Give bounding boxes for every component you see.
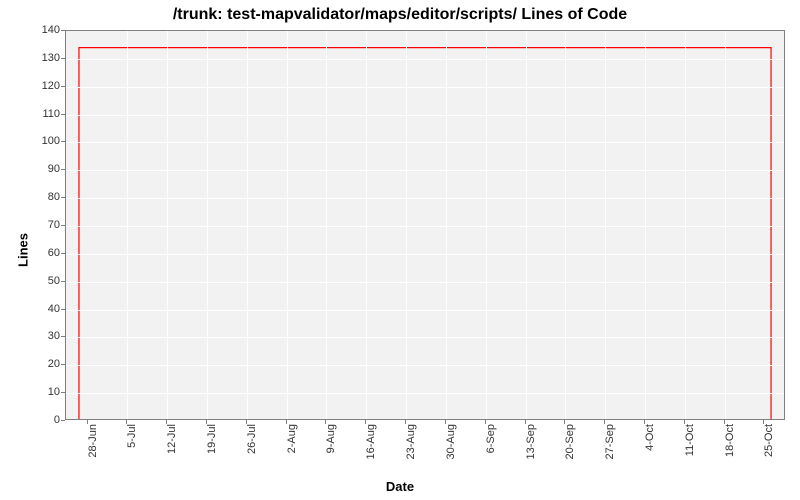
grid-line	[66, 310, 784, 311]
y-tick-label: 100	[20, 135, 60, 147]
grid-line	[167, 31, 168, 419]
x-tick-label: 2-Aug	[286, 424, 298, 484]
y-tick-label: 50	[20, 275, 60, 287]
grid-line	[66, 337, 784, 338]
y-tick-label: 80	[20, 191, 60, 203]
x-tick-label: 27-Sep	[604, 424, 616, 484]
y-tick-label: 20	[20, 358, 60, 370]
y-tick-label: 70	[20, 219, 60, 231]
grid-line	[66, 393, 784, 394]
y-tick	[61, 58, 65, 59]
grid-line	[66, 115, 784, 116]
x-tick-label: 26-Jul	[246, 424, 258, 484]
y-tick	[61, 114, 65, 115]
plot-area	[65, 30, 785, 420]
x-tick-label: 5-Jul	[126, 424, 138, 484]
y-tick-label: 120	[20, 80, 60, 92]
y-tick-label: 130	[20, 52, 60, 64]
y-tick	[61, 197, 65, 198]
chart-frame: /trunk: test-mapvalidator/maps/editor/sc…	[0, 0, 800, 500]
y-tick-label: 0	[20, 414, 60, 426]
y-tick-label: 10	[20, 386, 60, 398]
y-tick	[61, 420, 65, 421]
grid-line	[406, 31, 407, 419]
grid-line	[66, 142, 784, 143]
grid-line	[645, 31, 646, 419]
grid-line	[66, 254, 784, 255]
y-tick	[61, 336, 65, 337]
x-tick-label: 28-Jun	[87, 424, 99, 484]
y-tick-label: 140	[20, 24, 60, 36]
grid-line	[565, 31, 566, 419]
grid-line	[66, 87, 784, 88]
grid-line	[287, 31, 288, 419]
grid-line	[66, 365, 784, 366]
line-series	[66, 31, 784, 419]
y-tick	[61, 364, 65, 365]
y-tick	[61, 169, 65, 170]
grid-line	[486, 31, 487, 419]
grid-line	[725, 31, 726, 419]
x-tick-label: 18-Oct	[724, 424, 736, 484]
x-tick-label: 12-Jul	[166, 424, 178, 484]
grid-line	[366, 31, 367, 419]
x-tick-label: 4-Oct	[644, 424, 656, 484]
x-tick-label: 19-Jul	[206, 424, 218, 484]
y-tick	[61, 225, 65, 226]
grid-line	[66, 198, 784, 199]
x-tick-label: 9-Aug	[325, 424, 337, 484]
y-tick-label: 110	[20, 108, 60, 120]
y-tick	[61, 309, 65, 310]
x-tick-label: 30-Aug	[445, 424, 457, 484]
x-tick-label: 20-Sep	[564, 424, 576, 484]
y-tick	[61, 392, 65, 393]
y-tick	[61, 281, 65, 282]
grid-line	[326, 31, 327, 419]
grid-line	[66, 59, 784, 60]
grid-line	[66, 282, 784, 283]
x-tick-label: 16-Aug	[365, 424, 377, 484]
grid-line	[526, 31, 527, 419]
grid-line	[207, 31, 208, 419]
grid-line	[247, 31, 248, 419]
grid-line	[66, 226, 784, 227]
x-tick-label: 6-Sep	[485, 424, 497, 484]
chart-title: /trunk: test-mapvalidator/maps/editor/sc…	[0, 6, 800, 24]
y-tick	[61, 86, 65, 87]
y-tick-label: 30	[20, 330, 60, 342]
x-tick-label: 13-Sep	[525, 424, 537, 484]
x-tick-label: 23-Aug	[405, 424, 417, 484]
grid-line	[127, 31, 128, 419]
x-tick-label: 25-Oct	[763, 424, 775, 484]
grid-line	[685, 31, 686, 419]
y-tick	[61, 253, 65, 254]
x-tick-label: 11-Oct	[684, 424, 696, 484]
grid-line	[446, 31, 447, 419]
grid-line	[605, 31, 606, 419]
y-tick-label: 40	[20, 303, 60, 315]
x-axis-label: Date	[0, 479, 800, 494]
y-tick-label: 60	[20, 247, 60, 259]
grid-line	[66, 170, 784, 171]
y-tick	[61, 30, 65, 31]
y-tick	[61, 141, 65, 142]
y-tick-label: 90	[20, 163, 60, 175]
